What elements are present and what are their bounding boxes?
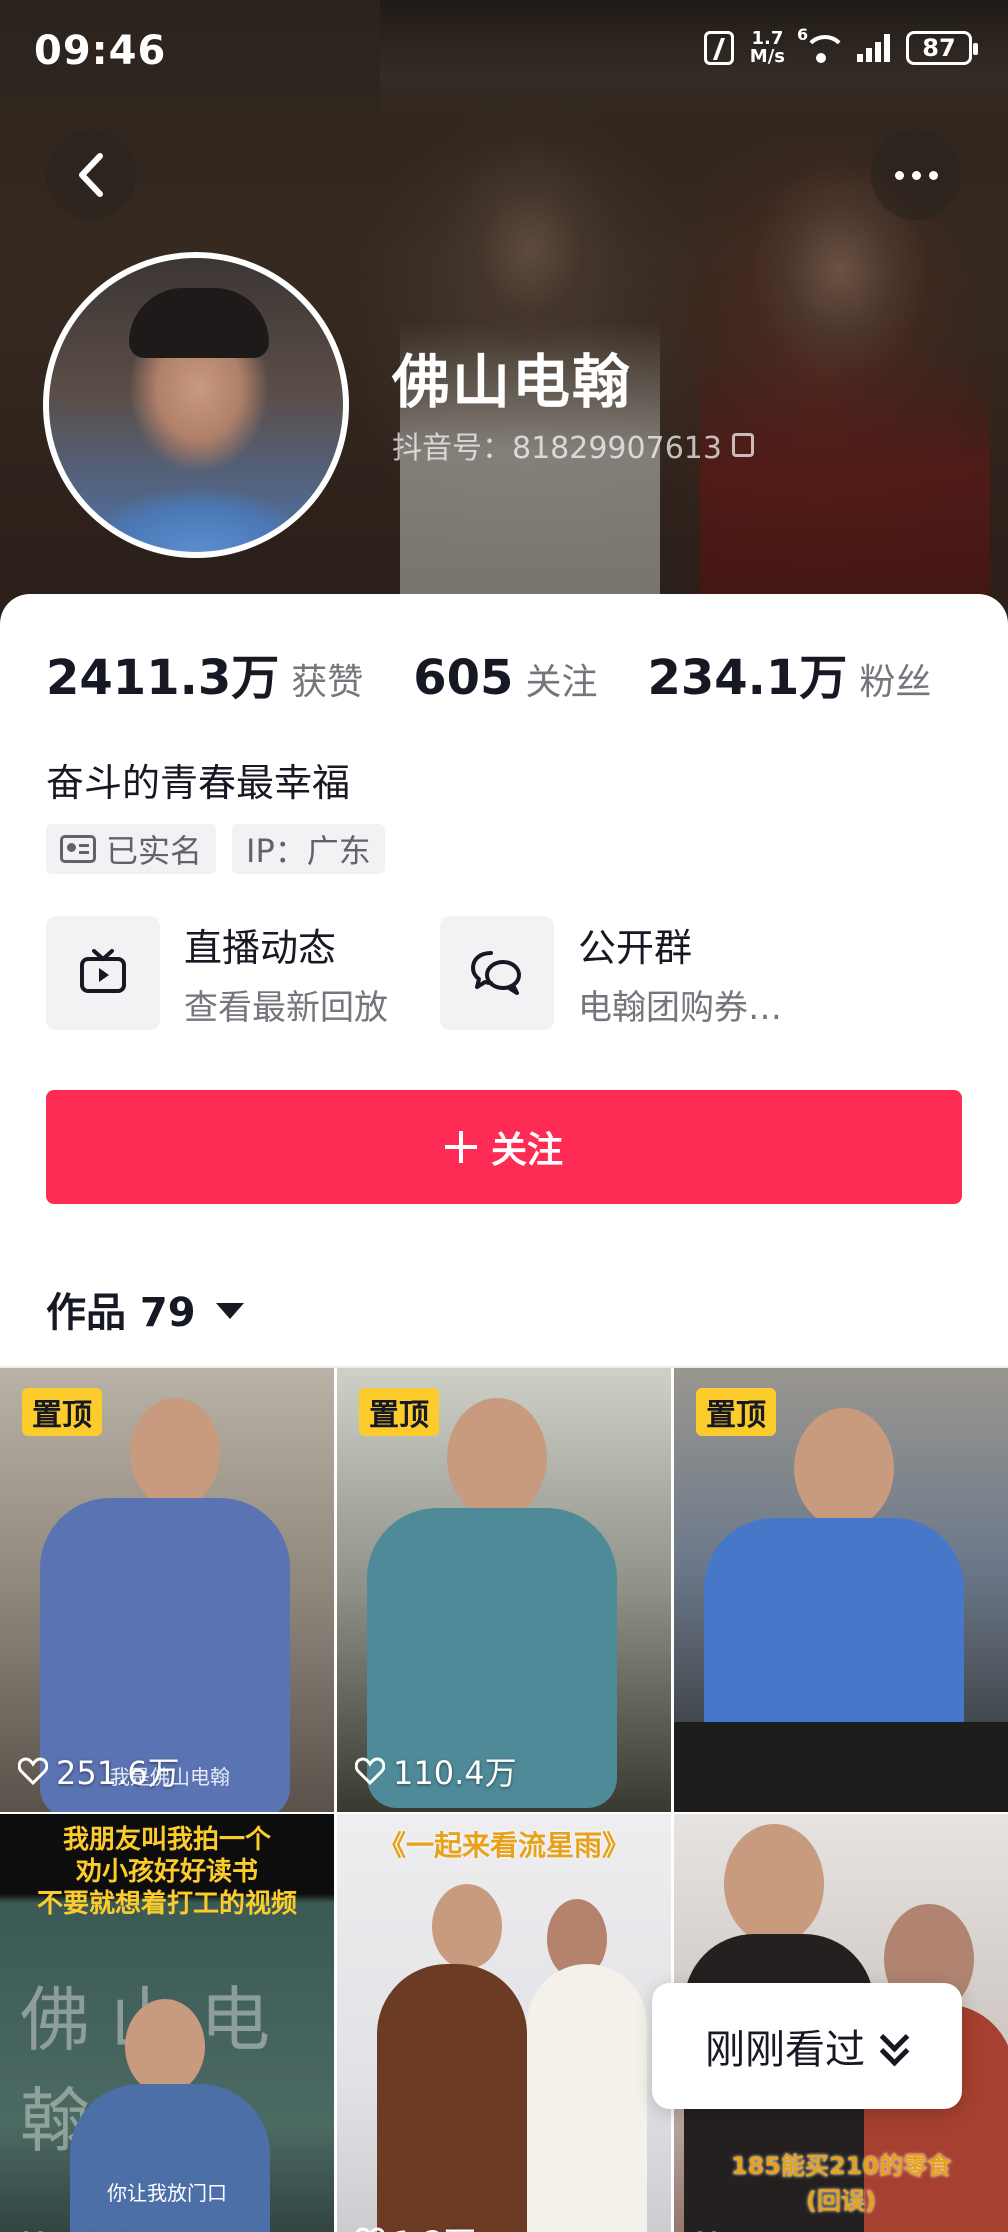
video-thumbnail[interactable]: 我朋友叫我拍一个 劝小孩好好读书 不要就想着打工的视频 佛山电翰 你让我放门口 … bbox=[0, 1814, 334, 2232]
video-likes: 110.4万 bbox=[355, 1748, 517, 1794]
pinned-badge: 置顶 bbox=[359, 1388, 439, 1436]
video-caption: 我朋友叫我拍一个 劝小孩好好读书 不要就想着打工的视频 bbox=[36, 1825, 297, 1919]
signal-icon bbox=[857, 34, 890, 62]
tv-icon bbox=[80, 949, 126, 993]
status-icons: 1.7 M/s 6 87 bbox=[703, 25, 978, 67]
status-time: 09:46 bbox=[34, 28, 167, 74]
feature-entries: 直播动态 查看最新回放 公开群 电翰团购券… bbox=[46, 916, 834, 1030]
video-watermark: 我是佛山电翰 bbox=[110, 1765, 230, 1789]
chat-bubbles-icon bbox=[471, 951, 521, 995]
tab-works[interactable]: 作品 79 bbox=[46, 1280, 244, 1338]
more-dots-icon bbox=[894, 170, 904, 180]
plus-icon bbox=[444, 1131, 477, 1163]
stat-followers[interactable]: 234.1万 粉丝 bbox=[647, 638, 931, 708]
battery-icon: 87 bbox=[906, 31, 978, 65]
chevron-left-icon bbox=[79, 153, 103, 197]
ip-location-tag: IP：广东 bbox=[232, 824, 385, 874]
follow-button[interactable]: 关注 bbox=[46, 1090, 962, 1204]
profile-nickname: 佛山电翰 bbox=[392, 348, 633, 416]
heart-icon bbox=[18, 1757, 48, 1785]
nfc-icon bbox=[703, 31, 734, 65]
entry-subtitle: 查看最新回放 bbox=[184, 988, 388, 1028]
video-thumbnail[interactable]: 置顶 110.4万 bbox=[337, 1368, 671, 1812]
pinned-badge: 置顶 bbox=[22, 1388, 102, 1436]
video-subtitle: 你让我放门口 bbox=[107, 2181, 227, 2205]
status-bar: 09:46 1.7 M/s 6 87 bbox=[0, 0, 1008, 100]
video-likes: 1.2万 bbox=[355, 2218, 476, 2232]
dropdown-triangle-icon[interactable] bbox=[215, 1303, 244, 1319]
douyin-id[interactable]: 抖音号：81829907613 bbox=[392, 423, 754, 467]
network-speed: 1.7 M/s bbox=[749, 28, 785, 67]
video-likes: 4342 bbox=[692, 2226, 811, 2232]
video-thumbnail[interactable]: 《一起来看流星雨》 1.2万 bbox=[337, 1814, 671, 2232]
video-likes: 4643 bbox=[18, 2226, 137, 2232]
wifi-icon bbox=[801, 33, 847, 63]
double-chevron-down-icon bbox=[879, 2029, 909, 2063]
heart-icon bbox=[355, 1757, 385, 1785]
copy-icon[interactable] bbox=[731, 433, 754, 457]
video-thumbnail[interactable]: 置顶 251.6万 我是佛山电翰 bbox=[0, 1368, 334, 1812]
battery-level: 87 bbox=[922, 34, 956, 62]
verified-tag[interactable]: 已实名 bbox=[46, 824, 217, 874]
entry-public-group[interactable]: 公开群 电翰团购券… bbox=[440, 916, 834, 1030]
back-button[interactable] bbox=[46, 130, 136, 220]
video-thumbnail[interactable]: 置顶 bbox=[674, 1368, 1008, 1812]
stats-row: 2411.3万 获赞 605 关注 234.1万 粉丝 bbox=[46, 638, 981, 708]
recently-viewed-button[interactable]: 刚刚看过 bbox=[652, 1983, 962, 2109]
entry-title: 直播动态 bbox=[184, 926, 337, 970]
entry-subtitle: 电翰团购券… bbox=[578, 988, 782, 1028]
pinned-badge: 置顶 bbox=[696, 1388, 776, 1436]
stat-following[interactable]: 605 关注 bbox=[413, 650, 597, 706]
heart-icon bbox=[355, 2227, 385, 2232]
video-caption: 《一起来看流星雨》 bbox=[377, 1829, 630, 1862]
entry-title: 公开群 bbox=[578, 926, 693, 970]
stat-likes[interactable]: 2411.3万 获赞 bbox=[46, 638, 363, 708]
profile-tags: 已实名 IP：广东 bbox=[46, 824, 385, 874]
entry-live-updates[interactable]: 直播动态 查看最新回放 bbox=[46, 916, 440, 1030]
id-card-icon bbox=[60, 835, 96, 863]
more-options-button[interactable] bbox=[871, 130, 961, 220]
avatar[interactable] bbox=[43, 252, 349, 558]
video-caption: 185能买210的零食 (回误) bbox=[730, 2152, 952, 2215]
profile-signature: 奋斗的青春最幸福 bbox=[46, 761, 351, 805]
